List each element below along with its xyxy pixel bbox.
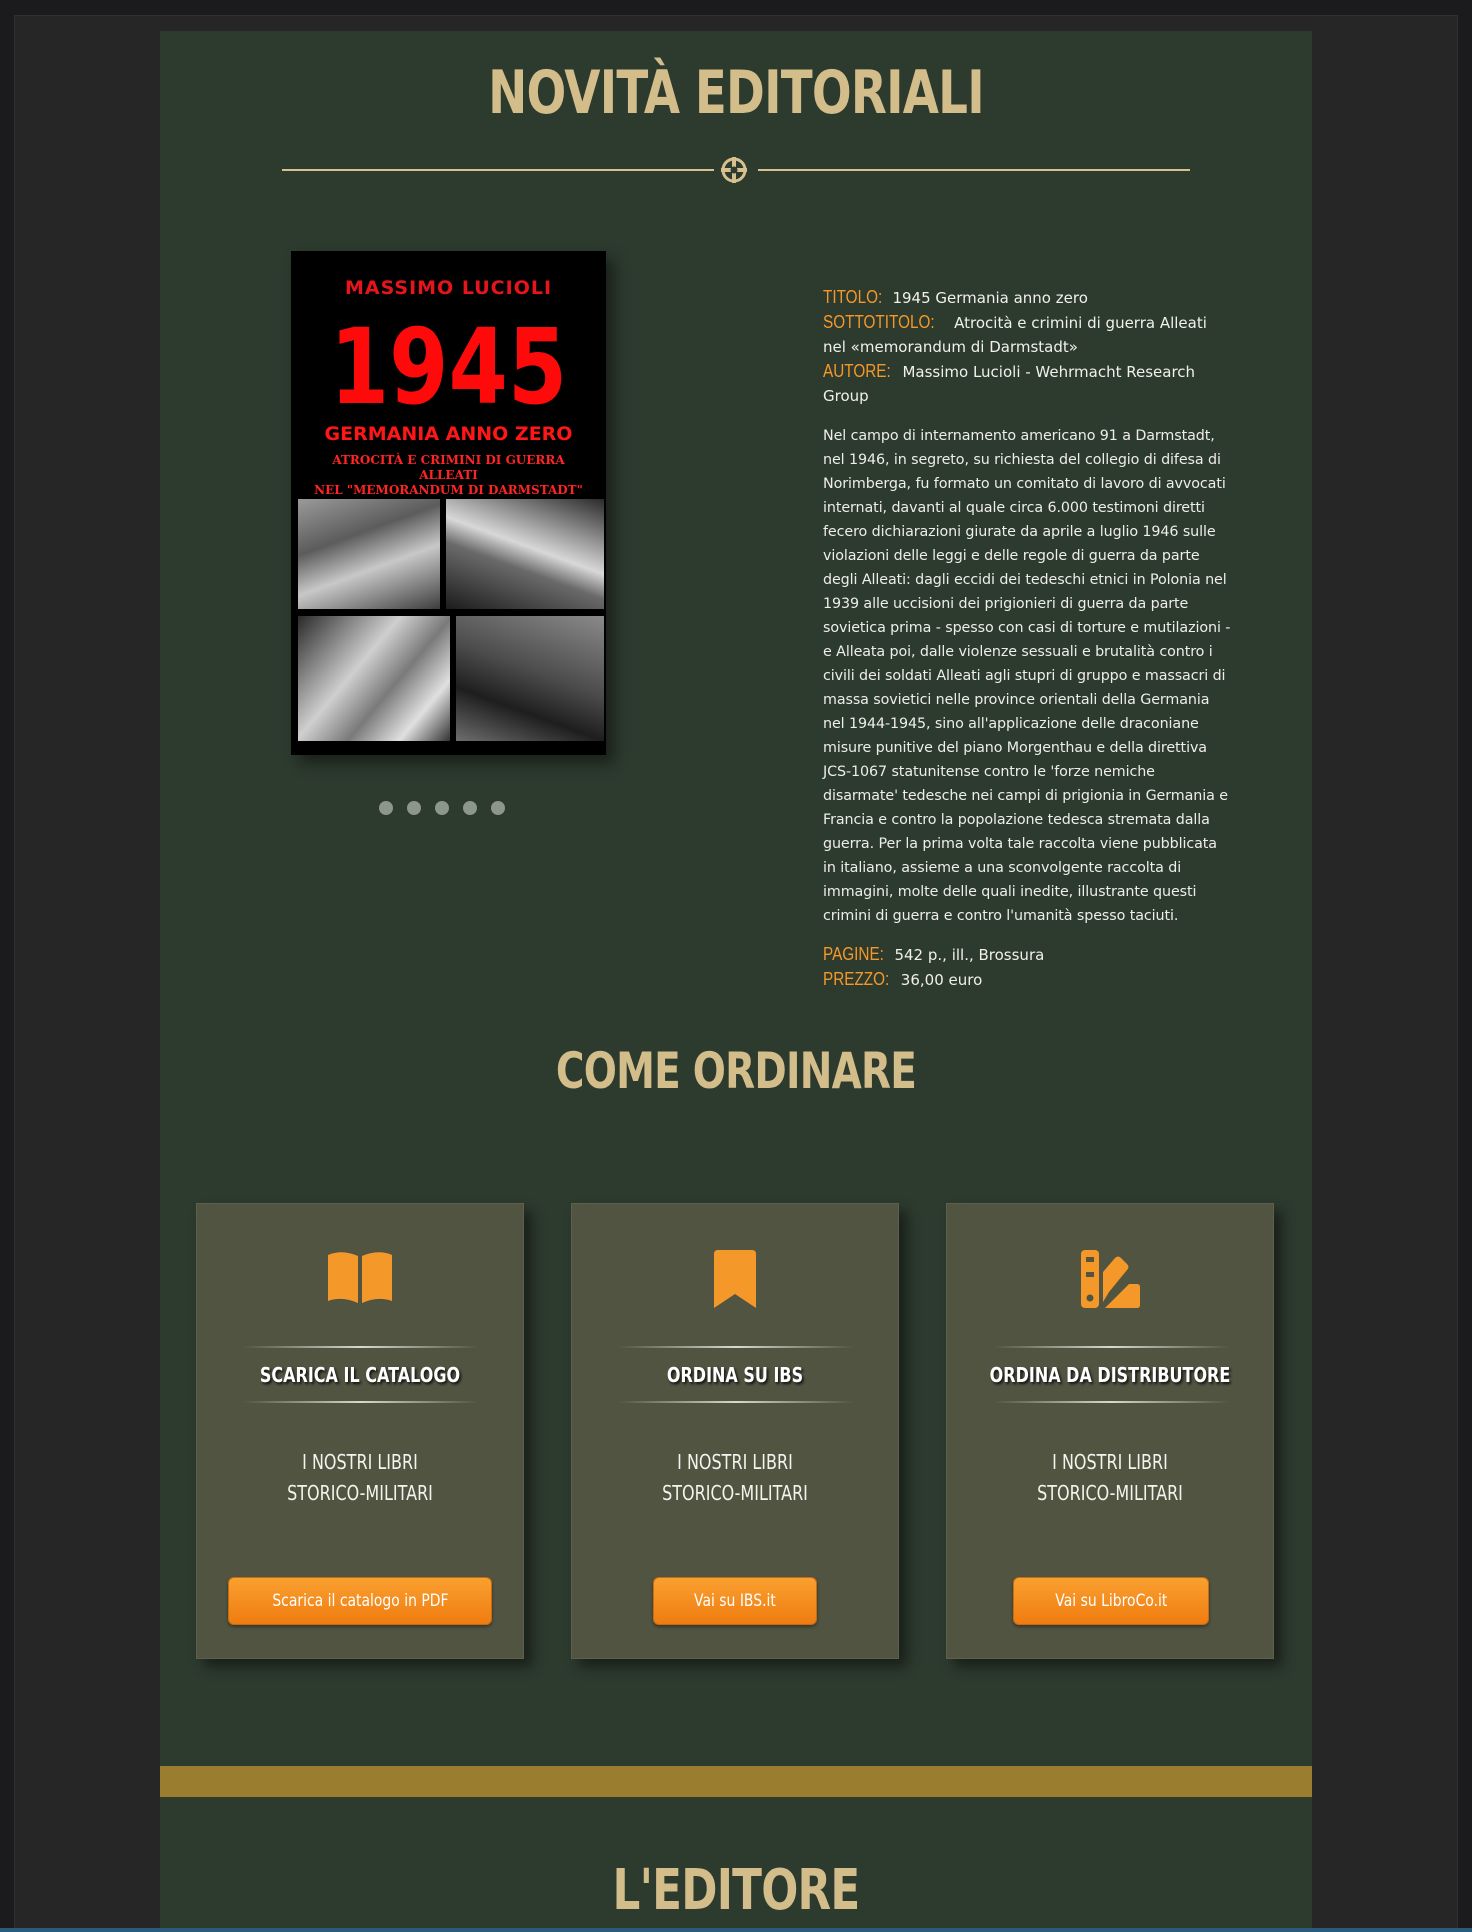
cover-photo	[456, 616, 604, 741]
card-title: ORDINA SU IBS	[666, 1363, 804, 1387]
card-title: ORDINA DA DISTRIBUTORE	[989, 1363, 1231, 1387]
cover-subtitle: ATROCITÀ E CRIMINI DI GUERRA ALLEATI NEL…	[301, 453, 596, 498]
section-title-novita: NOVITÀ EDITORIALI	[488, 58, 984, 128]
divider-line-left	[282, 169, 714, 171]
card-text-line: I NOSTRI LIBRI	[1052, 1450, 1168, 1474]
open-book-icon	[328, 1252, 392, 1303]
order-card-distributore: ORDINA DA DISTRIBUTORE I NOSTRI LIBRI ST…	[946, 1203, 1274, 1659]
card-title: SCARICA IL CATALOGO	[259, 1363, 461, 1387]
card-icon-wrap	[947, 1250, 1273, 1310]
card-rule-bottom	[243, 1401, 479, 1403]
section-separator-band	[160, 1766, 1312, 1797]
card-icon-wrap	[197, 1250, 523, 1310]
cover-photo	[298, 499, 440, 609]
bookmark-icon	[714, 1250, 756, 1308]
field-prezzo: PREZZO: 36,00 euro	[823, 967, 1233, 992]
card-rule-top	[993, 1346, 1229, 1348]
book-info: TITOLO: 1945 Germania anno zero SOTTOTIT…	[823, 285, 1233, 992]
card-rule-top	[243, 1346, 479, 1348]
value-pagine: 542 p., ill., Brossura	[894, 946, 1045, 964]
label-titolo: TITOLO:	[823, 287, 883, 307]
card-text-line: STORICO-MILITARI	[287, 1481, 433, 1505]
cover-author: MASSIMO LUCIOLI	[344, 277, 553, 299]
carousel-dot[interactable]	[491, 801, 505, 815]
card-text-line: STORICO-MILITARI	[1037, 1481, 1183, 1505]
card-rule-top	[618, 1346, 854, 1348]
label-autore: AUTORE:	[823, 361, 891, 381]
content-panel: NOVITÀ EDITORIALI MASSIMO LUCIOLI 1945 G…	[160, 31, 1312, 1932]
card-text-line: I NOSTRI LIBRI	[302, 1450, 418, 1474]
order-card-ibs: ORDINA SU IBS I NOSTRI LIBRI STORICO-MIL…	[571, 1203, 899, 1659]
card-icon-wrap	[572, 1250, 898, 1310]
label-prezzo: PREZZO:	[823, 969, 890, 989]
button-label: Vai su IBS.it	[694, 1591, 776, 1611]
field-autore: AUTORE: Massimo Lucioli - Wehrmacht Rese…	[823, 359, 1233, 408]
carousel-dot[interactable]	[407, 801, 421, 815]
bottom-accent-line	[0, 1928, 1472, 1932]
ibs-button[interactable]: Vai su IBS.it	[653, 1577, 817, 1625]
cover-year: 1945	[329, 306, 568, 428]
cover-subtitle-line1: ATROCITÀ E CRIMINI DI GUERRA ALLEATI	[332, 453, 565, 482]
carousel-dot[interactable]	[463, 801, 477, 815]
book-cover-image[interactable]: MASSIMO LUCIOLI 1945 GERMANIA ANNO ZERO …	[291, 251, 606, 755]
libroco-button[interactable]: Vai su LibroCo.it	[1013, 1577, 1209, 1625]
value-prezzo: 36,00 euro	[900, 971, 983, 989]
cover-title: GERMANIA ANNO ZERO	[324, 423, 573, 445]
section-title-editore: L'EDITORE	[612, 1858, 861, 1923]
book-details: PAGINE: 542 p., ill., Brossura PREZZO: 3…	[823, 942, 1233, 992]
carousel-dot[interactable]	[379, 801, 393, 815]
cover-photo	[446, 499, 604, 609]
swatchbook-icon	[1081, 1250, 1140, 1308]
carousel-dot[interactable]	[435, 801, 449, 815]
card-rule-bottom	[618, 1401, 854, 1403]
field-titolo: TITOLO: 1945 Germania anno zero	[823, 285, 1233, 310]
cover-subtitle-line2: NEL "MEMORANDUM DI DARMSTADT"	[314, 483, 583, 497]
card-text-line: STORICO-MILITARI	[662, 1481, 808, 1505]
card-text: I NOSTRI LIBRI STORICO-MILITARI	[230, 1447, 491, 1509]
card-text-line: I NOSTRI LIBRI	[677, 1450, 793, 1474]
field-sottotitolo: SOTTOTITOLO: Atrocità e crimini di guerr…	[823, 310, 1233, 359]
order-card-catalogo: SCARICA IL CATALOGO I NOSTRI LIBRI STORI…	[196, 1203, 524, 1659]
button-label: Scarica il catalogo in PDF	[271, 1591, 449, 1611]
card-text: I NOSTRI LIBRI STORICO-MILITARI	[980, 1447, 1241, 1509]
cover-photo	[298, 616, 450, 741]
field-pagine: PAGINE: 542 p., ill., Brossura	[823, 942, 1233, 967]
carousel-dots	[379, 801, 505, 815]
celtic-cross-emblem-icon	[721, 157, 747, 183]
value-titolo: 1945 Germania anno zero	[892, 289, 1088, 307]
label-pagine: PAGINE:	[823, 944, 884, 964]
card-text: I NOSTRI LIBRI STORICO-MILITARI	[605, 1447, 866, 1509]
label-sottotitolo: SOTTOTITOLO:	[823, 312, 935, 332]
download-catalog-button[interactable]: Scarica il catalogo in PDF	[228, 1577, 492, 1625]
button-label: Vai su LibroCo.it	[1054, 1591, 1168, 1611]
card-rule-bottom	[993, 1401, 1229, 1403]
book-description: Nel campo di internamento americano 91 a…	[823, 428, 1231, 924]
section-title-come-ordinare: COME ORDINARE	[555, 1042, 917, 1100]
divider-line-right	[758, 169, 1190, 171]
